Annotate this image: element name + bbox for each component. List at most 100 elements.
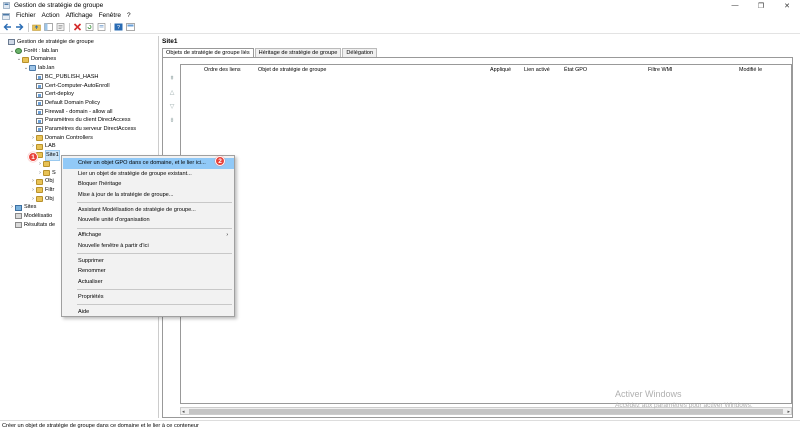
tree-item[interactable]: ⌄ Forêt : lab.lan xyxy=(9,47,58,56)
tree-item[interactable]: Cert-deploy xyxy=(30,90,74,99)
tree-item[interactable]: Paramètres du serveur DirectAccess xyxy=(30,125,136,134)
context-menu-item-label: Bloquer l'héritage xyxy=(78,181,122,187)
context-menu-item[interactable]: Propriétés xyxy=(63,292,234,303)
delete-icon[interactable] xyxy=(72,22,82,32)
tree-item-label: Firewall - domain - allow all xyxy=(45,108,113,115)
menu-separator xyxy=(77,202,232,203)
submenu-arrow-icon: › xyxy=(226,232,228,238)
context-menu-item[interactable]: Nouvelle fenêtre à partir d'ici xyxy=(63,241,234,252)
ou-icon xyxy=(36,143,43,150)
up-folder-icon[interactable] xyxy=(31,22,41,32)
context-menu: Créer un objet GPO dans ce domaine, et l… xyxy=(61,155,235,317)
context-menu-item[interactable]: Affichage › xyxy=(63,230,234,241)
context-menu-item[interactable]: Actualiser xyxy=(63,277,234,288)
scroll-right-icon[interactable]: ▸ xyxy=(787,408,790,416)
tab-inheritance[interactable]: Héritage de stratégie de groupe xyxy=(254,48,342,57)
tree-item-label: Sites xyxy=(24,204,37,211)
maximize-button[interactable]: ❐ xyxy=(748,0,774,11)
context-menu-item[interactable]: Nouvelle unité d'organisation xyxy=(63,215,234,226)
forest-icon xyxy=(15,48,22,55)
tab-delegation[interactable]: Délégation xyxy=(342,48,378,57)
menu-separator xyxy=(77,253,232,254)
tree-item-label: BC_PUBLISH_HASH xyxy=(45,73,99,80)
close-button[interactable]: ✕ xyxy=(774,0,800,11)
tree-item[interactable]: Modélisatio xyxy=(9,212,52,221)
tree-item[interactable]: › Filtr xyxy=(30,186,54,195)
help-icon[interactable]: ? xyxy=(113,22,123,32)
system-menu-icon[interactable] xyxy=(2,12,10,20)
tree-item-label: Paramètres du serveur DirectAccess xyxy=(45,126,137,132)
context-menu-item-label: Mise à jour de la stratégie de groupe... xyxy=(78,191,174,198)
tab-linked-gpos[interactable]: Objets de stratégie de groupe liés xyxy=(162,48,254,57)
menu-affichage[interactable]: Affichage xyxy=(63,11,96,21)
context-menu-item[interactable]: Assistant Modélisation de stratégie de g… xyxy=(63,205,234,216)
show-hide-tree-icon[interactable] xyxy=(43,22,53,32)
tree-item[interactable]: › Obj xyxy=(30,195,54,204)
context-menu-item[interactable]: Bloquer l'héritage xyxy=(63,179,234,190)
export-list-icon[interactable] xyxy=(96,22,106,32)
menu-action[interactable]: Action xyxy=(39,11,63,21)
column-header-gpo-status[interactable]: État GPO xyxy=(564,66,587,74)
toolbar: ? xyxy=(0,21,800,34)
column-header-link-enabled[interactable]: Lien activé xyxy=(524,66,550,74)
gpo-icon xyxy=(36,82,43,89)
context-menu-item[interactable]: Aide xyxy=(63,307,234,318)
context-menu-item-label: Nouvelle unité d'organisation xyxy=(78,217,150,223)
tree-item[interactable]: BC_PUBLISH_HASH xyxy=(30,73,98,82)
context-menu-item[interactable]: Créer un objet GPO dans ce domaine, et l… xyxy=(63,158,234,169)
context-menu-item[interactable]: Mise à jour de la stratégie de groupe... xyxy=(63,190,234,201)
ou-icon xyxy=(43,169,50,176)
column-header-wmi-filter[interactable]: Filtre WMI xyxy=(648,66,673,74)
tree-item[interactable]: Default Domain Policy xyxy=(30,99,100,108)
minimize-button[interactable]: — xyxy=(722,0,748,11)
column-header-gpo[interactable]: Objet de stratégie de groupe xyxy=(258,66,326,74)
back-arrow-icon[interactable] xyxy=(2,22,12,32)
tree-item[interactable]: ⌄ Domaines xyxy=(16,55,56,64)
console-view-icon[interactable] xyxy=(125,22,135,32)
tree-item[interactable]: Cert-Computer-AutoEnroll xyxy=(30,82,110,91)
svg-text:?: ? xyxy=(116,25,119,31)
refresh-icon[interactable] xyxy=(84,22,94,32)
tree-item-label: Obj xyxy=(45,195,54,202)
scrollbar-thumb[interactable] xyxy=(189,409,783,414)
menu-separator xyxy=(77,289,232,290)
root-icon xyxy=(8,39,15,46)
context-menu-item[interactable]: Lier un objet de stratégie de groupe exi… xyxy=(63,169,234,180)
column-header-link-order[interactable]: Ordre des liens xyxy=(204,66,241,74)
tree-item[interactable]: Paramètres du client DirectAccess xyxy=(30,116,131,125)
move-bottom-icon[interactable]: ⇟ xyxy=(168,116,176,124)
forward-arrow-icon[interactable] xyxy=(14,22,24,32)
tree-item-label: Forêt : lab.lan xyxy=(24,47,59,54)
context-menu-item[interactable]: Supprimer xyxy=(63,256,234,267)
tree-item[interactable]: Firewall - domain - allow all xyxy=(30,108,112,117)
tree-item[interactable]: › Sites xyxy=(9,203,36,212)
context-menu-item-label: Créer un objet GPO dans ce domaine, et l… xyxy=(78,160,206,166)
tree-item-label: lab.lan xyxy=(38,65,55,72)
context-menu-item-label: Renommer xyxy=(78,268,106,274)
move-down-icon[interactable]: ▽ xyxy=(168,102,176,110)
column-header-enforced[interactable]: Appliqué xyxy=(490,66,511,74)
move-up-icon[interactable]: △ xyxy=(168,88,176,96)
tree-item[interactable]: Résultats de xyxy=(9,221,55,230)
tree-item[interactable]: › Domain Controllers xyxy=(30,134,93,143)
tree-item[interactable]: ⌄ lab.lan xyxy=(23,64,54,73)
column-header-modified[interactable]: Modifié le xyxy=(739,66,762,74)
container-title: Site1 xyxy=(162,38,178,45)
properties-icon[interactable] xyxy=(55,22,65,32)
tree-item[interactable]: Gestion de stratégie de groupe xyxy=(2,38,94,47)
ou-icon xyxy=(36,135,43,142)
tree-item[interactable]: › xyxy=(37,160,52,169)
tree-item-label: Default Domain Policy xyxy=(45,99,101,106)
context-menu-item-label: Aide xyxy=(78,308,90,315)
menu-fenetre[interactable]: Fenêtre xyxy=(96,11,124,21)
tree-item-label: Résultats de xyxy=(24,221,56,228)
move-top-icon[interactable]: ⇞ xyxy=(168,74,176,82)
menu-help[interactable]: ? xyxy=(124,11,134,21)
sites-icon xyxy=(15,204,22,211)
scroll-left-icon[interactable]: ◂ xyxy=(182,408,185,416)
context-menu-item[interactable]: Renommer xyxy=(63,266,234,277)
menu-fichier[interactable]: Fichier xyxy=(13,11,39,21)
context-menu-item-label: Affichage xyxy=(78,232,102,238)
tree-item[interactable]: › Obj xyxy=(30,177,54,186)
tree-item[interactable]: › S xyxy=(37,169,56,178)
